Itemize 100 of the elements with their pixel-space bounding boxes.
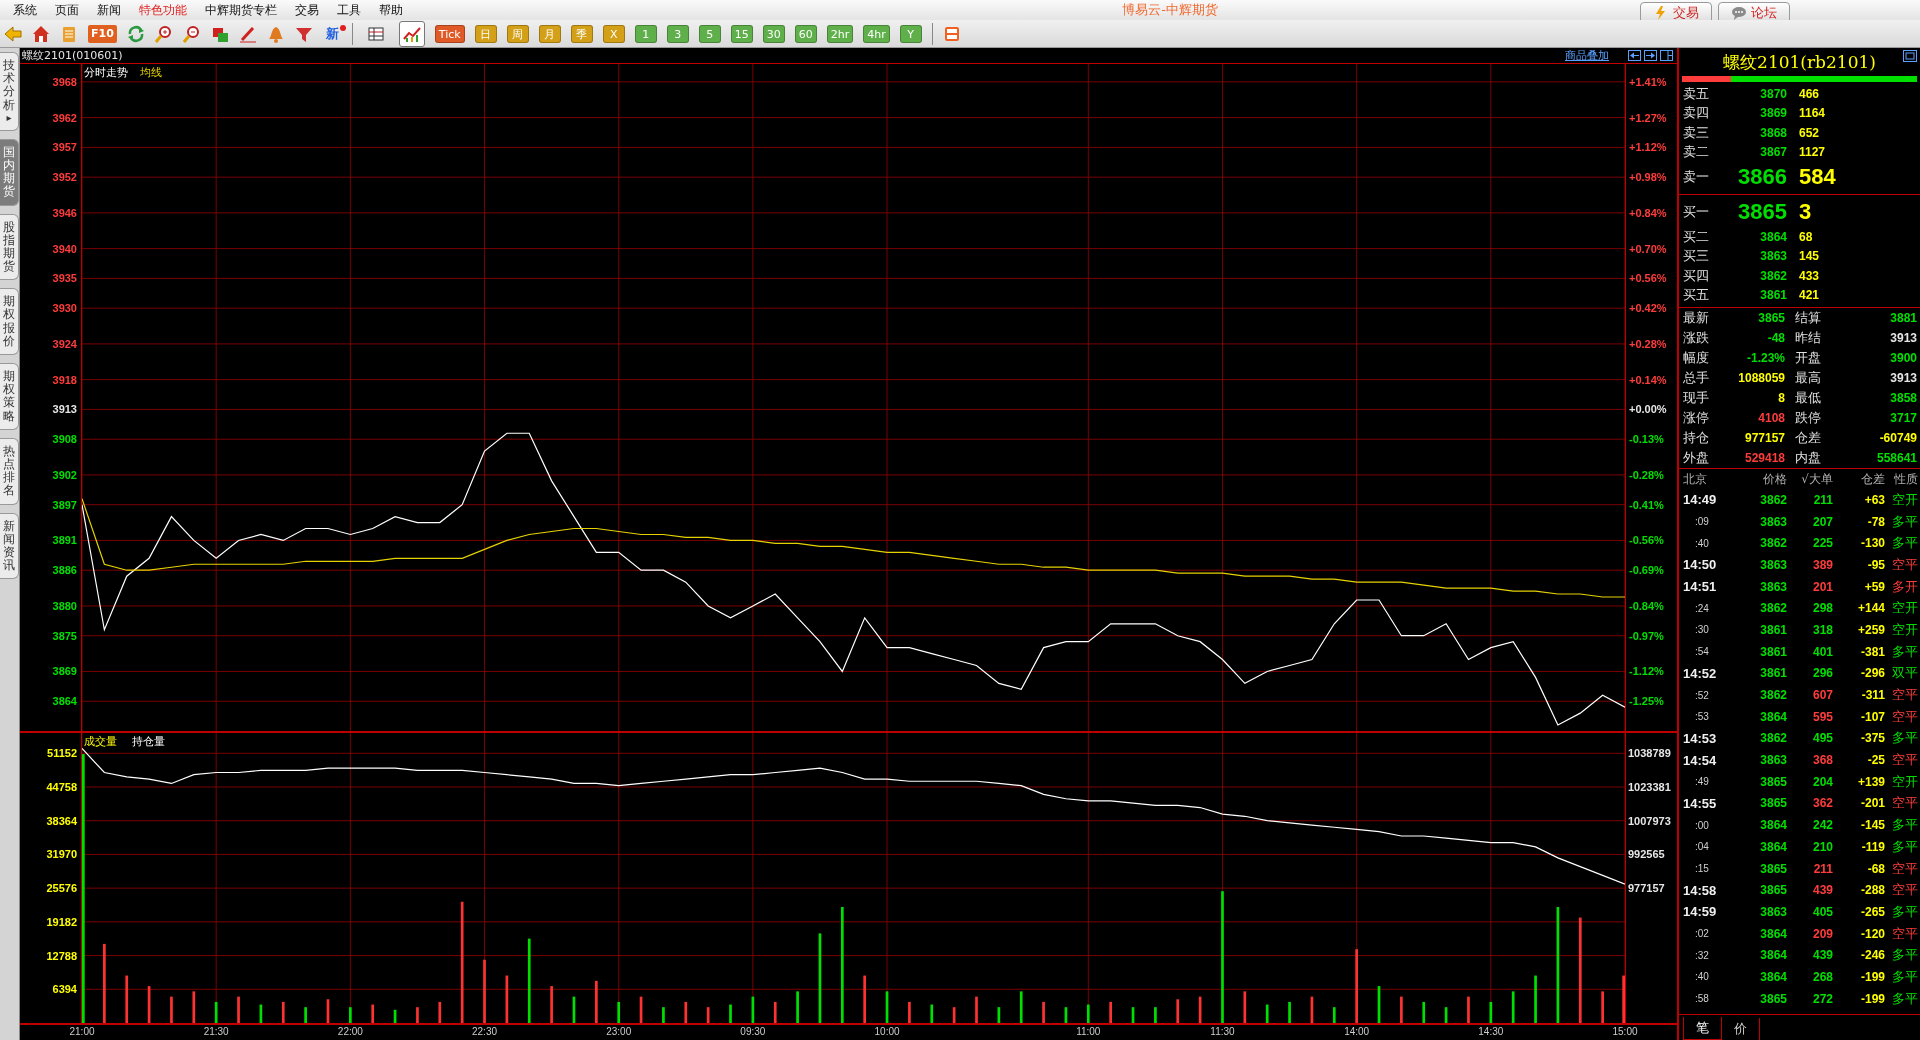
side-tab[interactable]: 国内期货 (0, 138, 19, 206)
back-arrow-icon[interactable] (4, 24, 22, 43)
scroll-right-icon[interactable] (1644, 50, 1657, 61)
tick-change: +59 (1863, 579, 1885, 594)
tick-change: -296 (1859, 666, 1885, 681)
period-button[interactable]: 30 (762, 24, 785, 43)
volume-bar (1198, 996, 1202, 1023)
order-volume: 145 (1799, 249, 1820, 264)
side-tab[interactable]: 股指期货 (0, 213, 19, 281)
tick-volume: 207 (1811, 514, 1833, 529)
tick-time: 14:54 (1682, 752, 1718, 768)
stat-value: -1.23% (1745, 351, 1785, 365)
axis-label: 44758 (46, 781, 77, 793)
stat-value: 3865 (1757, 311, 1785, 325)
list-tab[interactable]: 笔 (1683, 1017, 1722, 1040)
tick-price: 3861 (1759, 622, 1787, 637)
volume-bar (1601, 991, 1604, 1023)
side-tab[interactable]: 期权策略 (0, 363, 19, 430)
menu-item[interactable]: 帮助 (370, 0, 412, 20)
toolbar-button[interactable]: F10 (88, 24, 117, 43)
period-button[interactable]: 5 (698, 24, 721, 43)
pen-icon[interactable] (238, 24, 257, 43)
axis-label: 11:30 (1210, 1026, 1235, 1037)
period-button[interactable]: 15 (730, 24, 753, 43)
axis-label: 3908 (52, 433, 77, 446)
volume-bar (796, 991, 799, 1023)
volume-bar (438, 1001, 442, 1023)
volume-bar (483, 959, 486, 1023)
tick-price: 3861 (1759, 644, 1787, 659)
order-volume: 68 (1799, 229, 1813, 244)
period-button[interactable]: 2hr (826, 24, 854, 43)
axis-label: 09:30 (740, 1026, 766, 1037)
side-tab[interactable]: 期权报价 (0, 288, 19, 355)
menu-item[interactable]: 新闻 (88, 0, 130, 20)
scroll-left-icon[interactable] (1628, 50, 1641, 61)
tick-change: -199 (1859, 991, 1885, 1006)
menu-item[interactable]: 页面 (46, 0, 88, 20)
menu-item[interactable]: 中辉期货专栏 (196, 0, 286, 20)
order-price: 3863 (1759, 249, 1787, 264)
calculator-icon[interactable] (942, 24, 961, 43)
period-button[interactable]: 季 (570, 24, 593, 43)
tick-volume: 242 (1811, 818, 1833, 833)
volume-bar (863, 975, 866, 1023)
tick-change: -107 (1859, 709, 1885, 724)
volume-bar (170, 996, 173, 1023)
maximize-icon[interactable] (1903, 50, 1917, 62)
period-button[interactable]: 60 (794, 24, 817, 43)
table-icon (366, 24, 385, 43)
menu-item[interactable]: 特色功能 (130, 0, 196, 20)
tick-volume: 268 (1811, 969, 1833, 984)
tick-type: 空平 (1891, 794, 1918, 813)
side-tab[interactable]: 热点排名 (0, 437, 19, 505)
menu-item[interactable]: 工具 (328, 0, 370, 20)
period-button[interactable]: Y (899, 24, 922, 43)
panel-icon[interactable] (1660, 50, 1673, 61)
axis-label: +0.70% (1629, 242, 1667, 255)
side-tab[interactable]: 技术分析 ▸ (0, 52, 19, 131)
period-button[interactable]: 4hr (863, 24, 890, 43)
refresh-icon[interactable] (126, 24, 145, 43)
home-icon[interactable] (32, 24, 50, 43)
zoom-in-icon[interactable] (154, 24, 173, 43)
tick-time: 14:55 (1682, 795, 1718, 811)
tick-time: :32 (1694, 949, 1710, 961)
overlay-link[interactable]: 商品叠加 (1565, 48, 1609, 63)
chart-legend: 成交量 (84, 734, 117, 749)
menu-item[interactable]: 交易 (286, 0, 328, 20)
period-button[interactable]: 月 (538, 24, 561, 43)
period-button[interactable]: 1 (634, 24, 657, 43)
tick-time: :02 (1694, 928, 1710, 940)
period-button[interactable]: 周 (506, 24, 529, 43)
order-volume: 584 (1799, 164, 1836, 190)
tick-price: 3864 (1759, 709, 1787, 724)
tick-type: 空平 (1891, 859, 1918, 878)
bell-icon[interactable] (266, 24, 285, 43)
tick-change: -201 (1859, 796, 1885, 811)
side-tab-label: 股指期货 (3, 220, 15, 274)
axis-label: 3940 (52, 242, 77, 255)
tick-time: 14:53 (1682, 730, 1718, 746)
axis-label: -0.28% (1629, 468, 1664, 481)
axis-label: 3913 (52, 403, 77, 416)
tick-type: 多开 (1891, 577, 1918, 596)
side-tab[interactable]: 新闻资讯 (0, 512, 19, 580)
view-mode-button[interactable] (398, 20, 425, 47)
tick-volume: 607 (1811, 688, 1833, 703)
tick-type: 空开 (1891, 490, 1918, 509)
order-price: 3869 (1759, 106, 1787, 121)
stat-label: 持仓 (1683, 429, 1710, 447)
zoom-out-icon[interactable] (182, 24, 201, 43)
period-button[interactable]: 日 (474, 24, 497, 43)
tick-change: -130 (1859, 536, 1885, 551)
axis-label: 3891 (52, 534, 77, 547)
tick-volume: 595 (1811, 709, 1833, 724)
period-button[interactable]: Tick (434, 24, 465, 43)
period-button[interactable]: 3 (666, 24, 689, 43)
tick-type: 空开 (1891, 620, 1918, 639)
axis-label: 31970 (46, 848, 77, 861)
volume-bar (1511, 991, 1515, 1023)
list-tab[interactable]: 价 (1722, 1018, 1760, 1040)
menu-item[interactable]: 系统 (4, 0, 46, 20)
period-button[interactable]: X (602, 24, 625, 43)
